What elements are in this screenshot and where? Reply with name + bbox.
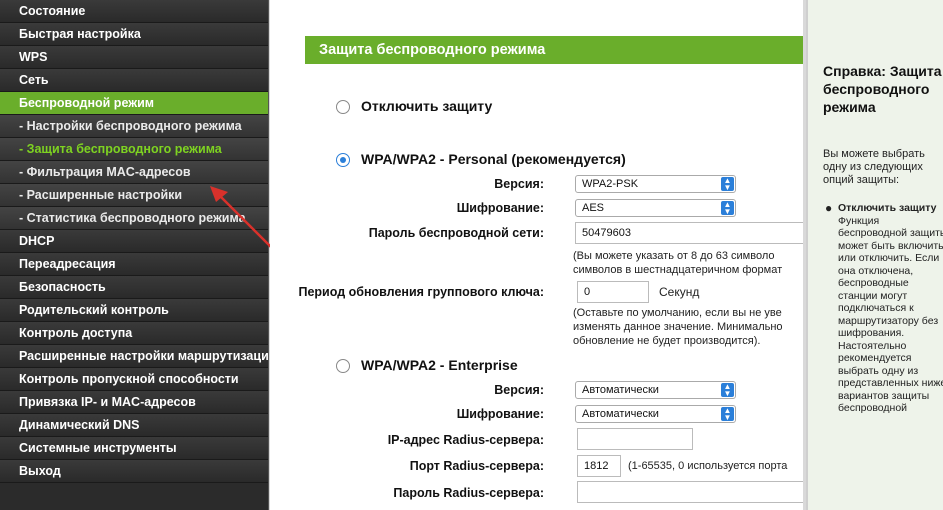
sidebar-item-status[interactable]: Состояние [0,0,268,23]
radius-ip-label: IP-адрес Radius-сервера: [387,433,544,447]
help-intro: Вы можете выбрать одну из следующих опци… [823,148,925,186]
sidebar-item-wps[interactable]: WPS [0,46,268,69]
sidebar-item-ip-mac-binding[interactable]: Привязка IP- и MAC-адресов [0,391,268,414]
group-key-input[interactable]: 0 [577,281,649,303]
enterprise-encryption-label: Шифрование: [456,407,544,421]
radio-wpa-personal-label: WPA/WPA2 - Personal (рекомендуется) [361,151,626,167]
password-input[interactable]: 50479603 [575,222,803,244]
help-panel: Справка: Защита беспроводного режима Вы … [806,0,943,510]
sidebar-item-system-tools[interactable]: Системные инструменты [0,437,268,460]
group-key-note-line3: обновление не будет производится). [573,335,761,347]
sidebar-item-quick-setup[interactable]: Быстрая настройка [0,23,268,46]
personal-encryption-value: AES [582,202,605,214]
radio-wpa-personal[interactable] [336,153,350,167]
group-key-note-line2: изменять данное значение. Минимально [573,321,783,333]
chevron-updown-icon: ▲ ▼ [721,201,734,216]
help-bullet-title: Отключить защиту [838,202,937,214]
group-key-note-line1: (Оставьте по умолчанию, если вы не уве [573,307,782,319]
radio-disable-security[interactable] [336,100,350,114]
main-panel: Защита беспроводного режима Отключить за… [270,0,803,510]
enterprise-version-label: Версия: [494,383,544,397]
radius-ip-input[interactable] [577,428,693,450]
password-label: Пароль беспроводной сети: [368,226,544,240]
sidebar-item-wireless-settings[interactable]: - Настройки беспроводного режима [0,115,268,138]
chevron-updown-icon: ▲ ▼ [721,177,734,192]
page-title: Защита беспроводного режима [305,36,803,64]
sidebar-item-wireless[interactable]: Беспроводной режим [0,92,268,115]
enterprise-version-value: Автоматически [582,384,659,396]
sidebar-item-network[interactable]: Сеть [0,69,268,92]
sidebar-item-bandwidth-control[interactable]: Контроль пропускной способности [0,368,268,391]
enterprise-encryption-value: Автоматически [582,408,659,420]
sidebar-item-access-control[interactable]: Контроль доступа [0,322,268,345]
radio-disable-security-label: Отключить защиту [361,98,493,114]
radius-pass-input[interactable] [577,481,803,503]
radius-port-input[interactable]: 1812 [577,455,621,477]
personal-version-value: WPA2-PSK [582,178,639,190]
sidebar-item-parental-control[interactable]: Родительский контроль [0,299,268,322]
personal-version-select[interactable]: WPA2-PSK ▲ ▼ [575,175,736,193]
password-note-line2: символов в шестнадцатеричном формат [573,264,783,276]
sidebar-item-wireless-security[interactable]: - Защита беспроводного режима [0,138,268,161]
radius-port-label: Порт Radius-сервера: [409,459,544,473]
group-key-unit: Секунд [659,285,700,299]
chevron-updown-icon: ▲ ▼ [721,407,734,422]
radio-wpa-enterprise[interactable] [336,359,350,373]
help-bullet-text: Функция беспроводной защиты может быть в… [838,214,943,415]
help-title: Справка: Защита беспроводного режима [823,63,942,115]
personal-encryption-label: Шифрование: [456,201,544,215]
personal-encryption-select[interactable]: AES ▲ ▼ [575,199,736,217]
radio-wpa-enterprise-label: WPA/WPA2 - Enterprise [361,357,518,373]
help-bullet: ● Отключить защиту Функция беспроводной … [825,202,943,415]
bullet-icon: ● [825,201,833,215]
group-key-label: Период обновления группового ключа: [298,285,544,299]
chevron-updown-icon: ▲ ▼ [721,383,734,398]
sidebar-item-advanced-routing[interactable]: Расширенные настройки маршрутизации [0,345,268,368]
personal-version-label: Версия: [494,177,544,191]
password-note-line1: (Вы можете указать от 8 до 63 символо [573,250,775,262]
enterprise-version-select[interactable]: Автоматически ▲ ▼ [575,381,736,399]
sidebar-item-security[interactable]: Безопасность [0,276,268,299]
enterprise-encryption-select[interactable]: Автоматически ▲ ▼ [575,405,736,423]
sidebar-item-logout[interactable]: Выход [0,460,268,483]
sidebar-item-ddns[interactable]: Динамический DNS [0,414,268,437]
radius-port-note: (1-65535, 0 используется порта [628,460,788,472]
radius-pass-label: Пароль Radius-сервера: [393,486,544,500]
